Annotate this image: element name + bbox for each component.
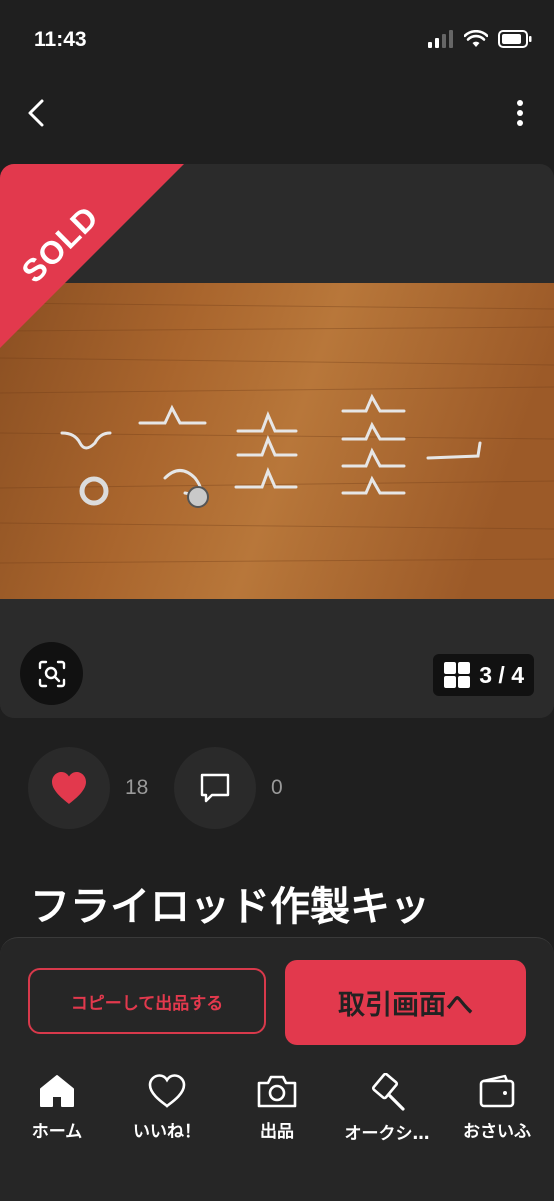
status-icons bbox=[428, 30, 532, 48]
tab-likes-label: いいね！ bbox=[133, 1122, 201, 1142]
tab-wallet[interactable]: おさいふ bbox=[442, 1073, 552, 1142]
image-counter[interactable]: 3 / 4 bbox=[433, 654, 534, 696]
grid-icon bbox=[444, 662, 471, 688]
camera-icon bbox=[257, 1075, 297, 1108]
auction-hammer-icon bbox=[371, 1073, 405, 1111]
cellular-signal-icon bbox=[428, 30, 453, 48]
image-counter-text: 3 / 4 bbox=[479, 661, 524, 688]
item-title: フライロッド作製キッ bbox=[30, 884, 430, 930]
wallet-icon bbox=[479, 1074, 515, 1108]
like-button[interactable] bbox=[28, 747, 110, 829]
comment-button[interactable] bbox=[174, 747, 256, 829]
comment-count: 0 bbox=[271, 776, 283, 799]
tab-wallet-label: おさいふ bbox=[463, 1122, 531, 1142]
more-vertical-icon bbox=[517, 100, 523, 126]
tab-sell[interactable]: 出品 bbox=[222, 1073, 332, 1142]
item-image-card[interactable]: SOLD 3 / 4 bbox=[0, 164, 554, 718]
back-button[interactable] bbox=[20, 95, 56, 131]
home-icon bbox=[40, 1075, 74, 1107]
tab-sell-label: 出品 bbox=[260, 1122, 294, 1142]
tab-home[interactable]: ホーム bbox=[2, 1073, 112, 1142]
heart-filled-icon bbox=[52, 772, 86, 804]
battery-icon bbox=[498, 30, 532, 48]
heart-outline-icon bbox=[148, 1074, 186, 1108]
image-search-icon bbox=[38, 660, 65, 687]
image-search-button[interactable] bbox=[20, 642, 83, 705]
chevron-left-icon bbox=[28, 99, 44, 127]
sold-ribbon: SOLD bbox=[0, 164, 190, 354]
tab-likes[interactable]: いいね！ bbox=[112, 1073, 222, 1142]
more-options-button[interactable] bbox=[514, 98, 526, 128]
go-to-transaction-button[interactable]: 取引画面へ bbox=[285, 960, 526, 1045]
like-count: 18 bbox=[125, 776, 149, 799]
wifi-icon bbox=[464, 30, 488, 47]
status-time: 11:43 bbox=[34, 28, 87, 51]
tab-home-label: ホーム bbox=[31, 1122, 83, 1142]
status-bar: 11:43 bbox=[0, 0, 554, 80]
comment-icon bbox=[200, 773, 230, 803]
tab-auction[interactable]: オークシ… bbox=[332, 1073, 442, 1144]
tab-auction-label: オークシ… bbox=[344, 1124, 430, 1144]
tab-bar: ホーム いいね！ 出品 オークシ… おさいふ bbox=[0, 1073, 554, 1153]
bottom-action-sheet: コピーして出品する 取引画面へ ホーム いいね！ 出品 オークシ… おさいふ bbox=[0, 937, 554, 1201]
copy-and-list-button[interactable]: コピーして出品する bbox=[28, 968, 266, 1034]
